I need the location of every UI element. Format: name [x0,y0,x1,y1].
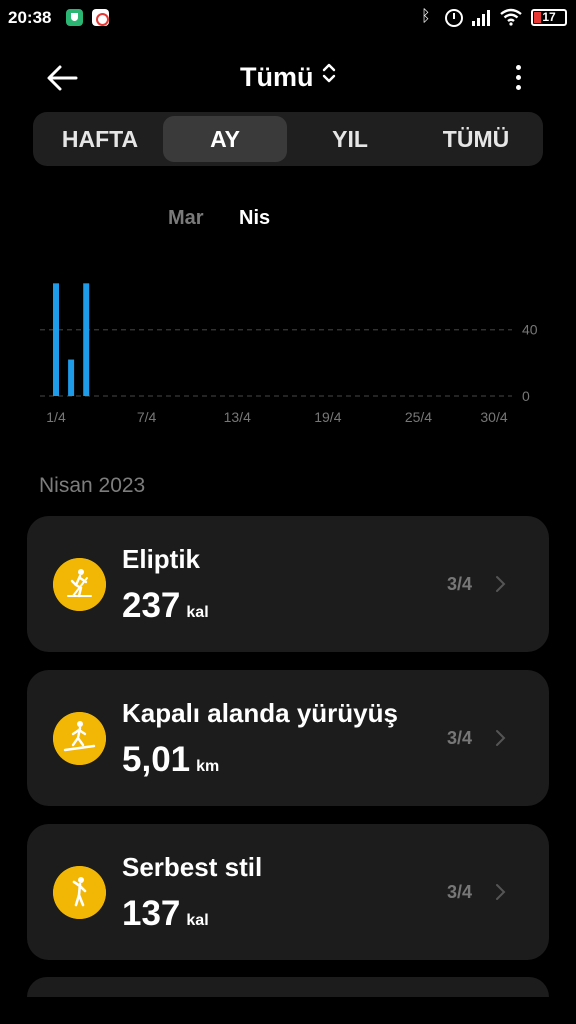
activity-date: 3/4 [447,728,473,748]
activity-name: Serbest stil [122,852,263,882]
activity-value: 137 kal [122,894,209,934]
chart-bar[interactable] [83,283,90,396]
activity-card-serbest-stil[interactable]: Serbest stil 137 kal 3/4 [27,824,549,960]
signal-icon [472,10,492,26]
activity-unit: kal [186,912,209,929]
status-time: 20:38 [8,8,52,27]
x-tick-label: 13/4 [224,409,251,425]
activity-bar-chart[interactable]: 40 0 1/4 7/4 13/4 19/4 25/4 30/4 [0,250,576,440]
x-tick-label: 19/4 [314,409,341,425]
page-title[interactable]: Tümü [240,62,314,92]
freestyle-workout-icon [53,866,106,919]
wifi-icon [500,8,522,26]
bluetooth-icon: ᛒ [421,8,431,25]
record-notification-icon [92,9,109,26]
y-tick-label: 40 [522,322,538,338]
activity-unit: kal [186,604,209,621]
activity-name: Eliptik [122,544,201,574]
chevron-right-icon [496,576,506,592]
activity-date: 3/4 [447,882,473,902]
indoor-walking-icon [53,712,106,765]
activity-card-partial[interactable] [27,977,549,997]
tab-tumu[interactable]: TÜMÜ [414,116,538,162]
chevron-right-icon [496,884,506,900]
battery-icon: 17 [531,9,567,26]
month-label-previous[interactable]: Mar [168,207,204,230]
section-title: Nisan 2023 [39,474,146,497]
more-vertical-icon[interactable] [510,64,528,92]
activity-unit: km [196,758,220,775]
title-dropdown[interactable]: Tümü [0,62,576,93]
activity-date: 3/4 [447,574,473,594]
chart-bar[interactable] [53,283,59,396]
battery-text: 17 [542,10,556,24]
activity-name: Kapalı alanda yürüyüş [122,698,398,728]
activity-value: 5,01 km [122,740,219,780]
tab-yil[interactable]: YIL [288,116,412,162]
x-tick-label: 1/4 [46,409,66,425]
chart-bar[interactable] [68,359,75,396]
activity-card-eliptik[interactable]: Eliptik 237 kal 3/4 [27,516,549,652]
x-tick-label: 25/4 [405,409,432,425]
chevron-right-icon [496,730,506,746]
activity-number: 237 [122,586,181,625]
month-label-current[interactable]: Nis [239,207,270,230]
shield-notification-icon [66,9,83,26]
tab-ay[interactable]: AY [163,116,287,162]
activity-number: 5,01 [122,740,191,779]
period-tabs: HAFTA AY YIL TÜMÜ [33,112,543,166]
alarm-icon [445,9,463,27]
x-tick-label: 30/4 [480,409,507,425]
activity-card-kapali-alanda-yuruyus[interactable]: Kapalı alanda yürüyüş 5,01 km 3/4 [27,670,549,806]
x-tick-label: 7/4 [137,409,157,425]
elliptical-trainer-icon [53,558,106,611]
tab-hafta[interactable]: HAFTA [38,116,162,162]
activity-number: 137 [122,894,181,933]
status-bar: 20:38 ᛒ 17 [0,0,576,36]
chevron-up-down-icon[interactable] [322,62,336,84]
activity-value: 237 kal [122,586,209,626]
y-tick-label: 0 [522,388,530,404]
